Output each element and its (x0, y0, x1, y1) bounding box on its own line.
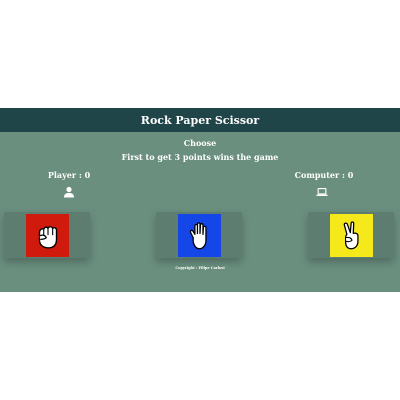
user-icon (64, 186, 74, 198)
game-area: Rock Paper Scissor Choose First to get 3… (0, 108, 400, 292)
choose-label: Choose (183, 138, 217, 148)
scissor-button[interactable] (330, 214, 373, 257)
copyright-text: Copyright : Filipe Carlosi (175, 266, 225, 270)
page-header: Rock Paper Scissor (0, 108, 400, 132)
open-hand-icon (189, 221, 207, 249)
rock-button[interactable] (26, 214, 69, 257)
computer-score: Computer : 0 (294, 170, 354, 180)
laptop-icon (316, 188, 328, 196)
fist-hand-icon (38, 225, 57, 249)
rule-text: First to get 3 points wins the game (121, 152, 279, 162)
peace-hand-icon (343, 220, 359, 249)
player-score: Player : 0 (47, 170, 91, 180)
page-title: Rock Paper Scissor (140, 113, 260, 127)
paper-button[interactable] (178, 214, 221, 257)
